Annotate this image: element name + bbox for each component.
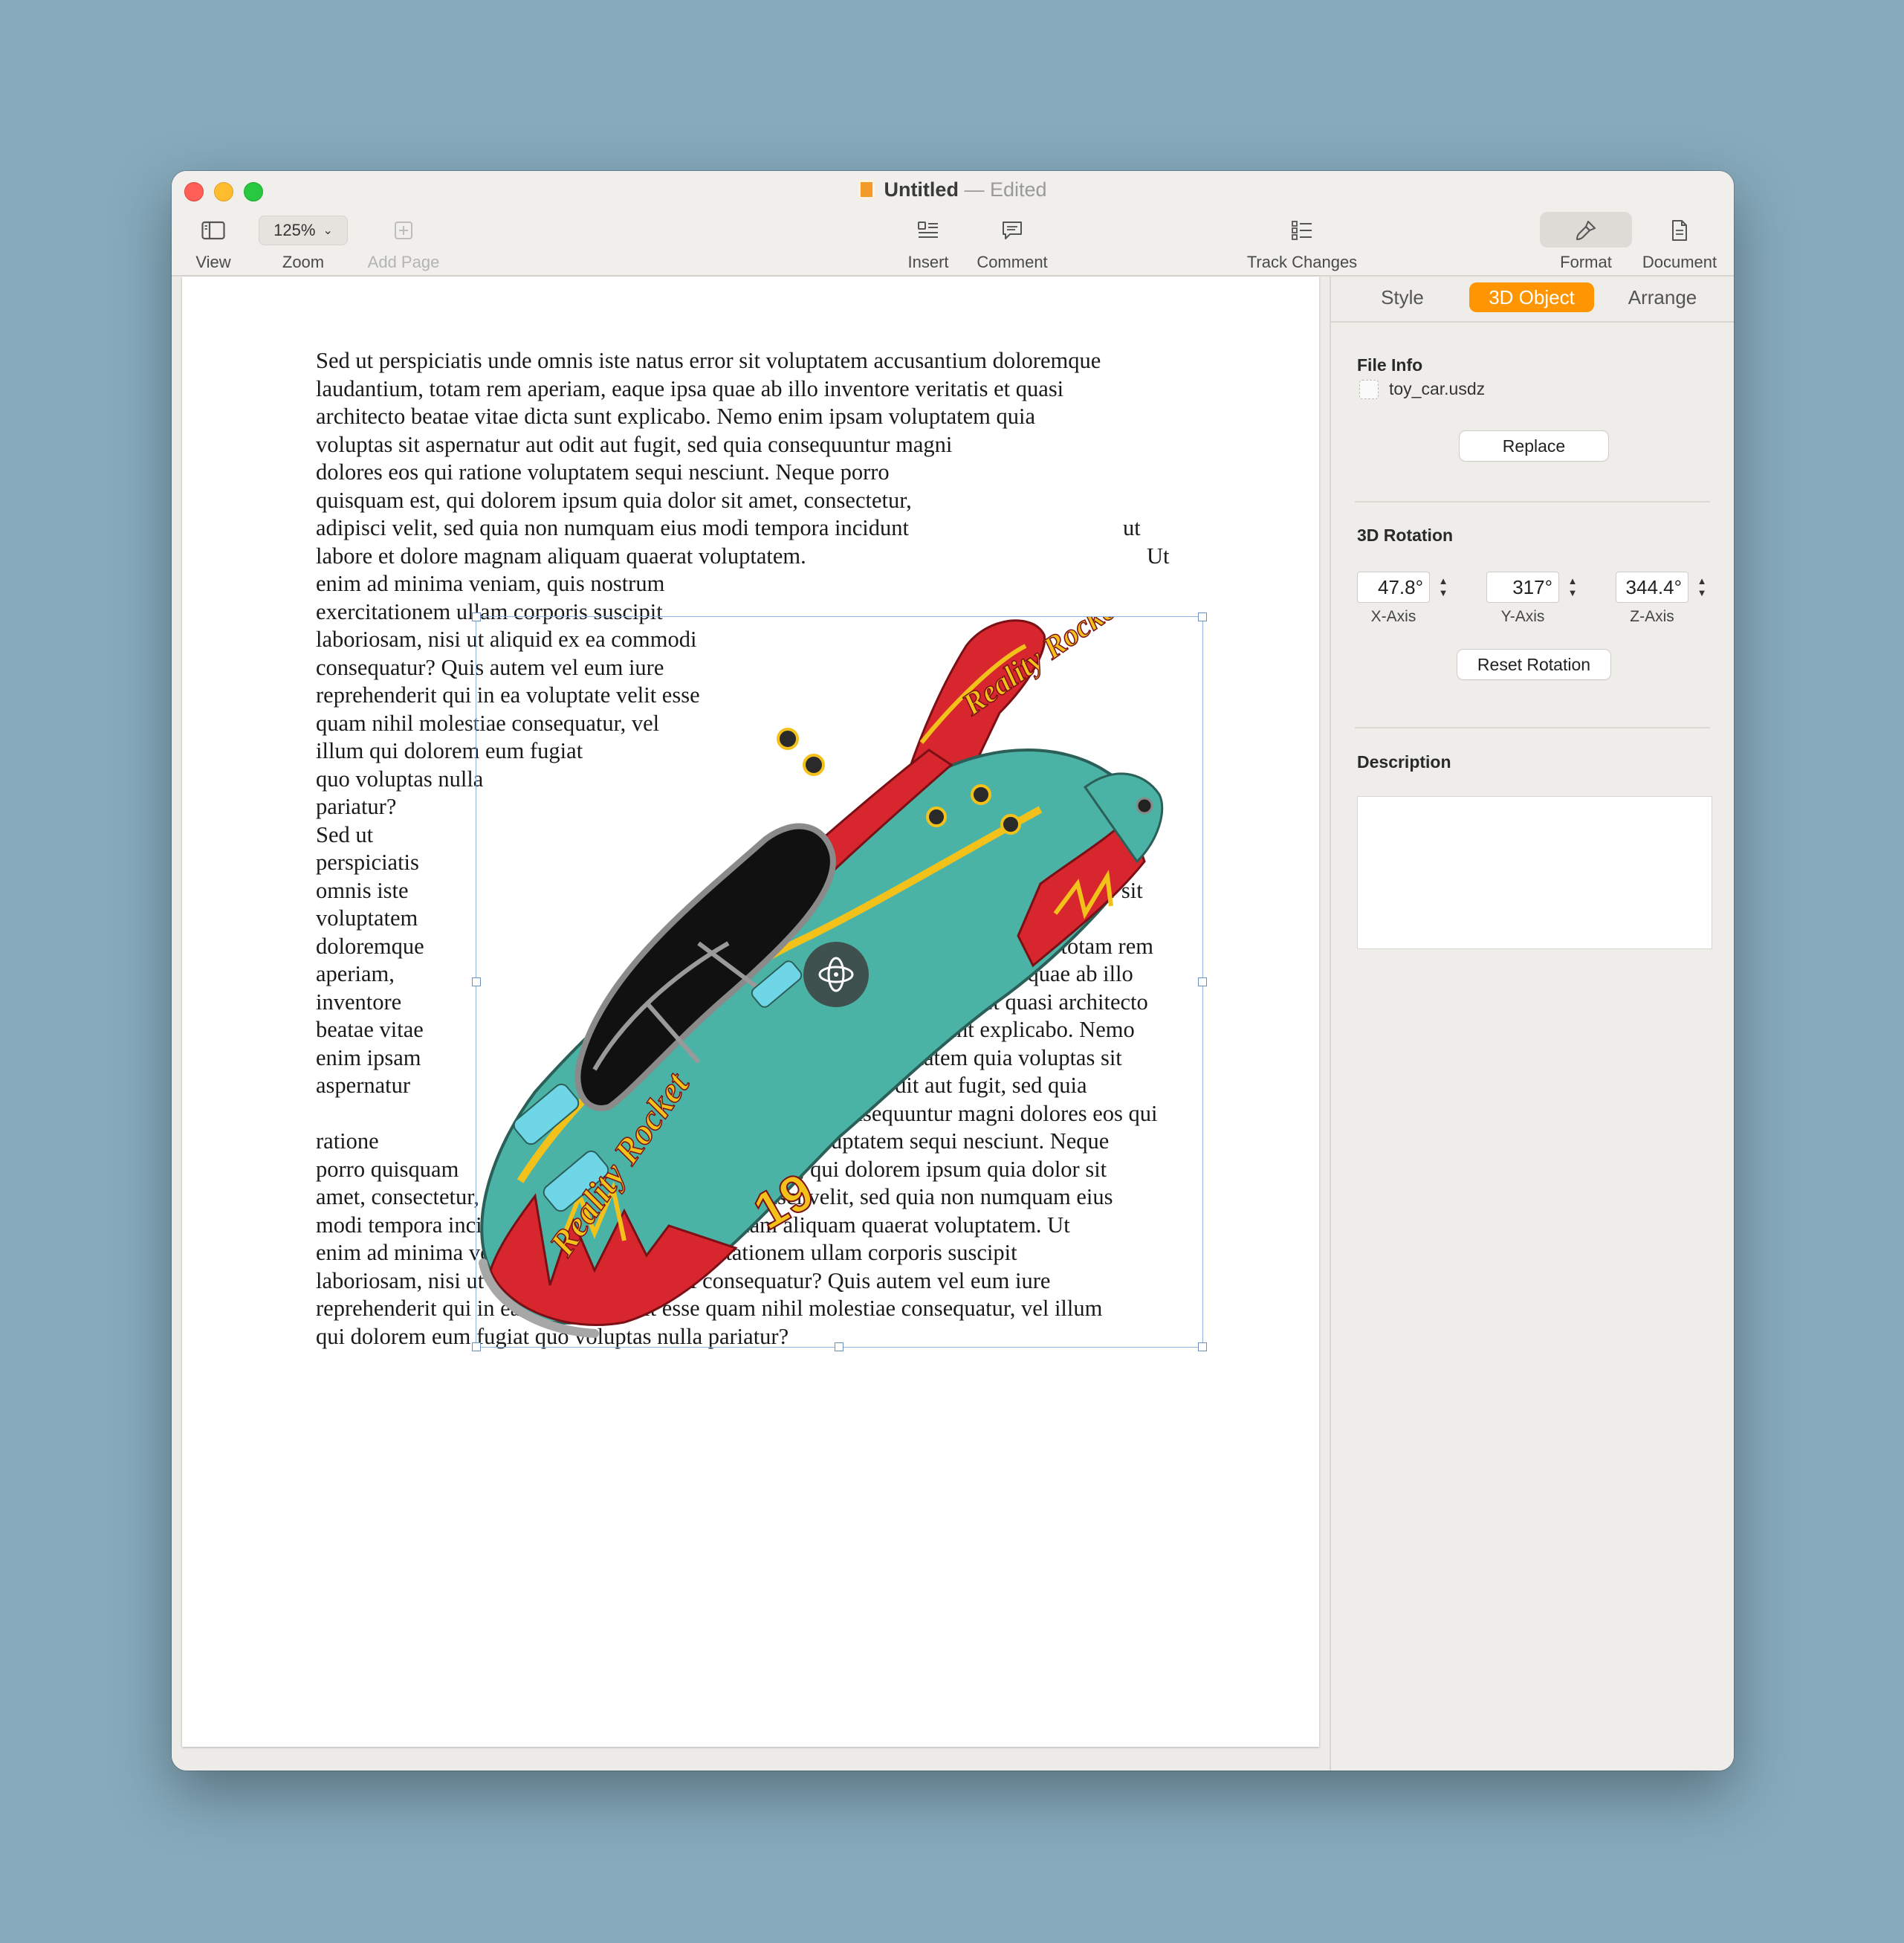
sidebar-tabs: Style 3D Object Arrange [1331,277,1734,323]
view-button[interactable]: View [188,214,239,272]
paintbrush-icon [1576,221,1596,240]
text-line[interactable]: voluptatem [316,905,418,931]
text-line[interactable]: quisquam est, qui dolorem ipsum quia dol… [316,487,912,514]
chevron-down-icon: ⌄ [323,224,333,237]
text-line[interactable]: aperiam, [316,960,395,987]
y-axis-field[interactable]: 317° [1487,572,1558,602]
document-page[interactable]: Sed ut perspiciatis unde omnis iste natu… [182,277,1319,1747]
insert-button[interactable]: Insert [885,214,971,272]
x-axis-rotation: 47.8° ▲ ▼ X-Axis [1358,572,1462,626]
add-page-icon [395,222,412,239]
description-heading: Description [1357,752,1451,772]
text-line[interactable]: enim ipsam [316,1044,421,1071]
text-line[interactable]: inventore [316,989,401,1015]
stepper-up-icon: ▲ [1697,575,1707,586]
text-line[interactable]: pariatur? [316,793,396,820]
document-button[interactable]: Document [1633,214,1726,272]
tab-arrange[interactable]: Arrange [1607,282,1717,312]
resize-handle[interactable] [1198,1342,1207,1351]
text-line[interactable]: labore et dolore magnam aliquam quaerat … [316,543,806,569]
z-axis-rotation: 344.4° ▲ ▼ Z-Axis [1616,572,1720,626]
document-canvas: Sed ut perspiciatis unde omnis iste natu… [172,277,1330,1771]
3d-rotation-heading: 3D Rotation [1357,526,1454,545]
titlebar: Untitled — Edited View 125% ⌄ Zoom Add Pa… [172,171,1734,277]
stepper-up-icon: ▲ [1438,575,1448,586]
resize-handle[interactable] [835,1342,843,1351]
divider [1355,727,1710,728]
text-line[interactable]: beatae vitae [316,1016,424,1043]
text-line[interactable]: ut [1123,514,1141,541]
sidebar-icon [201,221,225,240]
text-line[interactable]: perspiciatis [316,849,419,876]
text-line[interactable]: doloremque [316,933,424,960]
track-changes-button[interactable]: Track Changes [1234,214,1370,272]
window-title: Untitled — Edited [172,178,1734,201]
description-field[interactable] [1358,797,1712,948]
text-line[interactable]: quo voluptas nulla [316,766,483,792]
insert-icon [918,222,938,238]
pages-document-icon [858,180,875,199]
z-axis-stepper[interactable]: ▲ ▼ [1694,572,1710,602]
replace-button[interactable]: Replace [1460,431,1608,461]
comment-icon [1003,222,1022,239]
resize-handle[interactable] [472,977,481,986]
resize-handle[interactable] [1198,612,1207,621]
stepper-down-icon: ▼ [1438,587,1448,598]
usdz-file-icon [1359,379,1379,399]
z-axis-field[interactable]: 344.4° [1616,572,1688,602]
text-line[interactable]: Sed ut [316,821,373,848]
tab-3d-object[interactable]: 3D Object [1469,282,1594,312]
comment-button[interactable]: Comment [964,214,1061,272]
y-axis-stepper[interactable]: ▲ ▼ [1564,572,1581,602]
file-info-heading: File Info [1357,355,1423,375]
document-edited-state: Edited [989,178,1047,201]
track-changes-icon [1292,221,1312,240]
rotate-3d-icon [818,957,854,992]
text-line[interactable]: architecto beatae vitae dicta sunt expli… [316,403,1035,430]
x-axis-stepper[interactable]: ▲ ▼ [1435,572,1451,602]
divider [1355,501,1710,502]
text-line[interactable]: dolores eos qui ratione voluptatem sequi… [316,459,890,485]
y-axis-rotation: 317° ▲ ▼ Y-Axis [1487,572,1591,626]
format-button[interactable]: Format [1538,214,1634,272]
text-line[interactable]: Ut [1147,543,1170,569]
text-line[interactable]: enim ad minima veniam, quis nostrum [316,570,664,597]
zoom-popup[interactable]: 125% ⌄ [259,216,348,245]
resize-handle[interactable] [1198,977,1207,986]
zoom-control[interactable]: 125% ⌄ Zoom [258,214,349,272]
document-icon [1672,220,1687,241]
reset-rotation-button[interactable]: Reset Rotation [1457,650,1610,679]
rotate-3d-button[interactable] [803,942,869,1007]
text-line[interactable]: Sed ut perspiciatis unde omnis iste natu… [316,347,1101,374]
text-line[interactable]: aspernatur [316,1072,410,1099]
text-line[interactable]: porro quisquam [316,1156,459,1183]
stepper-up-icon: ▲ [1567,575,1578,586]
file-name: toy_car.usdz [1389,379,1486,398]
file-info-row: toy_car.usdz [1359,379,1485,399]
add-page-button[interactable]: Add Page [363,214,444,272]
document-name: Untitled [884,178,959,201]
text-line[interactable]: amet, consectetur, [316,1183,479,1210]
stepper-down-icon: ▼ [1697,587,1707,598]
resize-handle[interactable] [472,1342,481,1351]
text-line[interactable]: omnis iste [316,877,409,904]
text-line[interactable]: laudantium, totam rem aperiam, eaque ips… [316,375,1063,402]
x-axis-field[interactable]: 47.8° [1358,572,1429,602]
text-line[interactable]: ratione [316,1128,379,1154]
pages-window: Untitled — Edited View 125% ⌄ Zoom Add Pa… [172,171,1734,1771]
text-line[interactable]: voluptas sit aspernatur aut odit aut fug… [316,431,952,458]
text-line[interactable]: adipisci velit, sed quia non numquam eiu… [316,514,909,541]
format-sidebar: Style 3D Object Arrange File Info toy_ca… [1330,277,1734,1771]
tab-style[interactable]: Style [1358,282,1447,312]
stepper-down-icon: ▼ [1567,587,1578,598]
resize-handle[interactable] [472,612,481,621]
